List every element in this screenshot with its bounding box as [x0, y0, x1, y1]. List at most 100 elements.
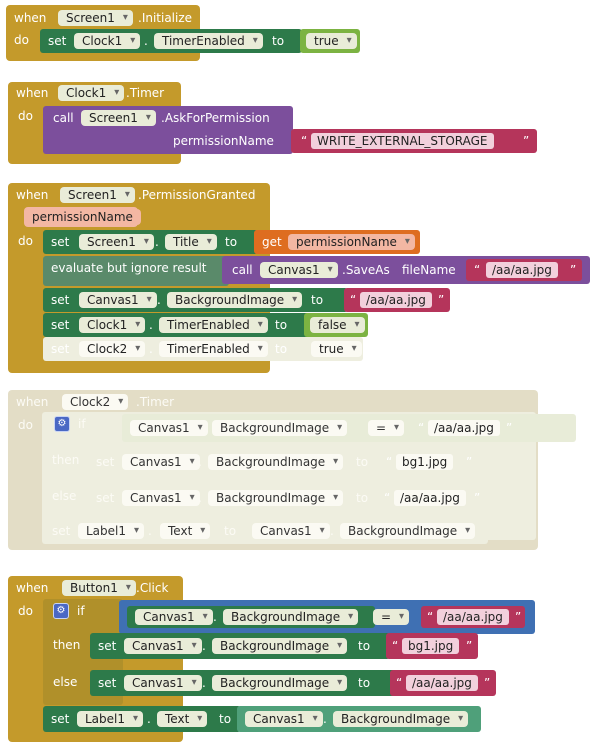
property-dropdown[interactable]: Title [165, 234, 217, 250]
property-dropdown[interactable]: BackgroundImage [340, 523, 476, 539]
set-clock2-timerenabled-block-disabled[interactable]: set Clock2 . TimerEnabled to [43, 337, 313, 361]
event-name: .Initialize [138, 11, 193, 25]
dot-label: . [149, 342, 153, 356]
text-block-aa-jpg[interactable]: “ /aa/aa.jpg ” [390, 670, 496, 696]
component-dropdown[interactable]: Clock1 [79, 317, 146, 333]
get-permissionname-block[interactable]: get permissionName [254, 230, 420, 254]
set-label1-text-block-disabled[interactable]: set Label1 . Text to Canvas1 . Backgroun… [42, 518, 488, 544]
component-dropdown[interactable]: Screen1 [81, 110, 156, 126]
else-label: else [53, 675, 78, 689]
true-block[interactable]: true [300, 29, 360, 53]
event-parameter-permissionname[interactable]: permissionName [24, 207, 141, 227]
compare-block[interactable]: Canvas1 . BackgroundImage = “ /aa/aa.jpg… [119, 600, 535, 634]
boolean-dropdown[interactable]: true [306, 33, 357, 49]
dot-label: . [149, 318, 153, 332]
set-screen1-title-block[interactable]: set Screen1 . Title to [43, 230, 258, 254]
set-label1-text-block[interactable]: set Label1 . Text to [43, 706, 241, 732]
dot-label: . [147, 712, 151, 726]
component-dropdown[interactable]: Canvas1 [252, 523, 330, 539]
quote-open: “ [301, 134, 308, 148]
text-block-aa-jpg[interactable]: “ /aa/aa.jpg ” [344, 288, 450, 312]
set-label: set [51, 318, 70, 332]
set-clock1-timerenabled-block[interactable]: set Clock1 . TimerEnabled to [40, 29, 302, 53]
dot-label: . [198, 455, 202, 469]
component-dropdown[interactable]: Canvas1 [135, 609, 213, 625]
text-value[interactable]: bg1.jpg [402, 638, 460, 654]
operator-dropdown[interactable]: = [373, 609, 410, 625]
boolean-dropdown[interactable]: true [311, 341, 362, 357]
canvas1-backgroundimage-getter[interactable]: Canvas1 . BackgroundImage [127, 606, 375, 628]
text-value[interactable]: /aa/aa.jpg [428, 420, 500, 436]
property-dropdown[interactable]: BackgroundImage [212, 420, 348, 436]
component-dropdown[interactable]: Clock1 [58, 85, 125, 101]
variable-dropdown[interactable]: permissionName [288, 234, 415, 250]
component-dropdown[interactable]: Screen1 [60, 187, 135, 203]
component-dropdown[interactable]: Canvas1 [124, 638, 202, 654]
quote-close: ” [484, 676, 491, 690]
text-block-write-external-storage[interactable]: “ WRITE_EXTERNAL_STORAGE ” [291, 129, 537, 153]
component-dropdown[interactable]: Canvas1 [79, 292, 157, 308]
text-value[interactable]: /aa/aa.jpg [394, 490, 466, 506]
call-label: call [53, 111, 74, 125]
set-clock1-timerenabled-block[interactable]: set Clock1 . TimerEnabled to [43, 313, 315, 337]
text-value[interactable]: /aa/aa.jpg [406, 675, 478, 691]
set-canvas1-backgroundimage-block[interactable]: set Canvas1 . BackgroundImage to [90, 633, 390, 659]
text-block-aa-jpg[interactable]: “ /aa/aa.jpg ” [466, 259, 582, 281]
text-block-bg1-jpg[interactable]: “ bg1.jpg ” [386, 633, 478, 659]
dot-label: . [323, 712, 327, 726]
true-block-disabled[interactable]: true [305, 337, 363, 361]
component-dropdown[interactable]: Clock2 [79, 341, 146, 357]
component-dropdown[interactable]: Label1 [78, 523, 145, 539]
then-label: then [52, 453, 80, 467]
component-dropdown[interactable]: Canvas1 [260, 262, 338, 278]
quote-close: ” [523, 134, 530, 148]
event-block-clock2-timer-disabled[interactable]: when Clock2 .Timer do ⚙ if then else Can… [8, 390, 576, 550]
component-dropdown[interactable]: Label1 [77, 711, 144, 727]
gear-icon[interactable]: ⚙ [53, 603, 69, 619]
property-dropdown[interactable]: BackgroundImage [208, 454, 344, 470]
text-value[interactable]: bg1.jpg [396, 454, 454, 470]
call-screen1-askforpermission-block[interactable]: call Screen1 .AskForPermission permissio… [43, 106, 293, 154]
set-canvas1-backgroundimage-block-disabled[interactable]: set Canvas1 . BackgroundImage to “ bg1.j… [88, 450, 480, 474]
component-dropdown[interactable]: Screen1 [79, 234, 154, 250]
false-block[interactable]: false [304, 313, 368, 337]
set-label: set [52, 524, 71, 538]
component-dropdown[interactable]: Clock2 [62, 394, 129, 410]
component-dropdown[interactable]: Canvas1 [124, 675, 202, 691]
dot-label: . [202, 421, 206, 435]
property-dropdown[interactable]: Text [160, 523, 211, 539]
property-dropdown[interactable]: BackgroundImage [212, 638, 348, 654]
text-value[interactable]: /aa/aa.jpg [486, 262, 558, 278]
compare-block-disabled[interactable]: Canvas1 . BackgroundImage = “ /aa/aa.jpg… [122, 414, 576, 442]
text-value[interactable]: /aa/aa.jpg [437, 609, 509, 625]
component-dropdown[interactable]: Canvas1 [130, 420, 208, 436]
property-dropdown[interactable]: TimerEnabled [154, 33, 263, 49]
gear-icon[interactable]: ⚙ [54, 416, 70, 432]
canvas1-backgroundimage-getter[interactable]: Canvas1 . BackgroundImage [237, 706, 481, 732]
property-dropdown[interactable]: TimerEnabled [159, 341, 268, 357]
component-dropdown[interactable]: Screen1 [58, 10, 133, 26]
property-dropdown[interactable]: BackgroundImage [333, 711, 469, 727]
boolean-dropdown[interactable]: false [310, 317, 365, 333]
set-canvas1-backgroundimage-block[interactable]: set Canvas1 . BackgroundImage to [90, 670, 400, 696]
text-value[interactable]: /aa/aa.jpg [360, 292, 432, 308]
component-dropdown[interactable]: Canvas1 [122, 490, 200, 506]
component-dropdown[interactable]: Clock1 [74, 33, 141, 49]
property-dropdown[interactable]: Text [157, 711, 208, 727]
component-dropdown[interactable]: Canvas1 [245, 711, 323, 727]
text-value[interactable]: WRITE_EXTERNAL_STORAGE [311, 133, 494, 149]
component-dropdown[interactable]: Button1 [62, 580, 136, 596]
operator-dropdown[interactable]: = [368, 420, 405, 436]
to-label: to [356, 455, 369, 469]
property-dropdown[interactable]: BackgroundImage [208, 490, 344, 506]
property-dropdown[interactable]: BackgroundImage [212, 675, 348, 691]
set-canvas1-backgroundimage-block[interactable]: set Canvas1 . BackgroundImage to [43, 288, 348, 312]
property-dropdown[interactable]: BackgroundImage [167, 292, 303, 308]
component-dropdown[interactable]: Canvas1 [122, 454, 200, 470]
quote-close: ” [438, 293, 445, 307]
text-block-aa-jpg[interactable]: “ /aa/aa.jpg ” [421, 606, 525, 628]
set-canvas1-backgroundimage-block-disabled[interactable]: set Canvas1 . BackgroundImage to “ /aa/a… [88, 486, 534, 510]
property-dropdown[interactable]: TimerEnabled [159, 317, 268, 333]
evaluate-but-ignore-result-block[interactable]: evaluate but ignore result [43, 256, 229, 286]
property-dropdown[interactable]: BackgroundImage [223, 609, 359, 625]
